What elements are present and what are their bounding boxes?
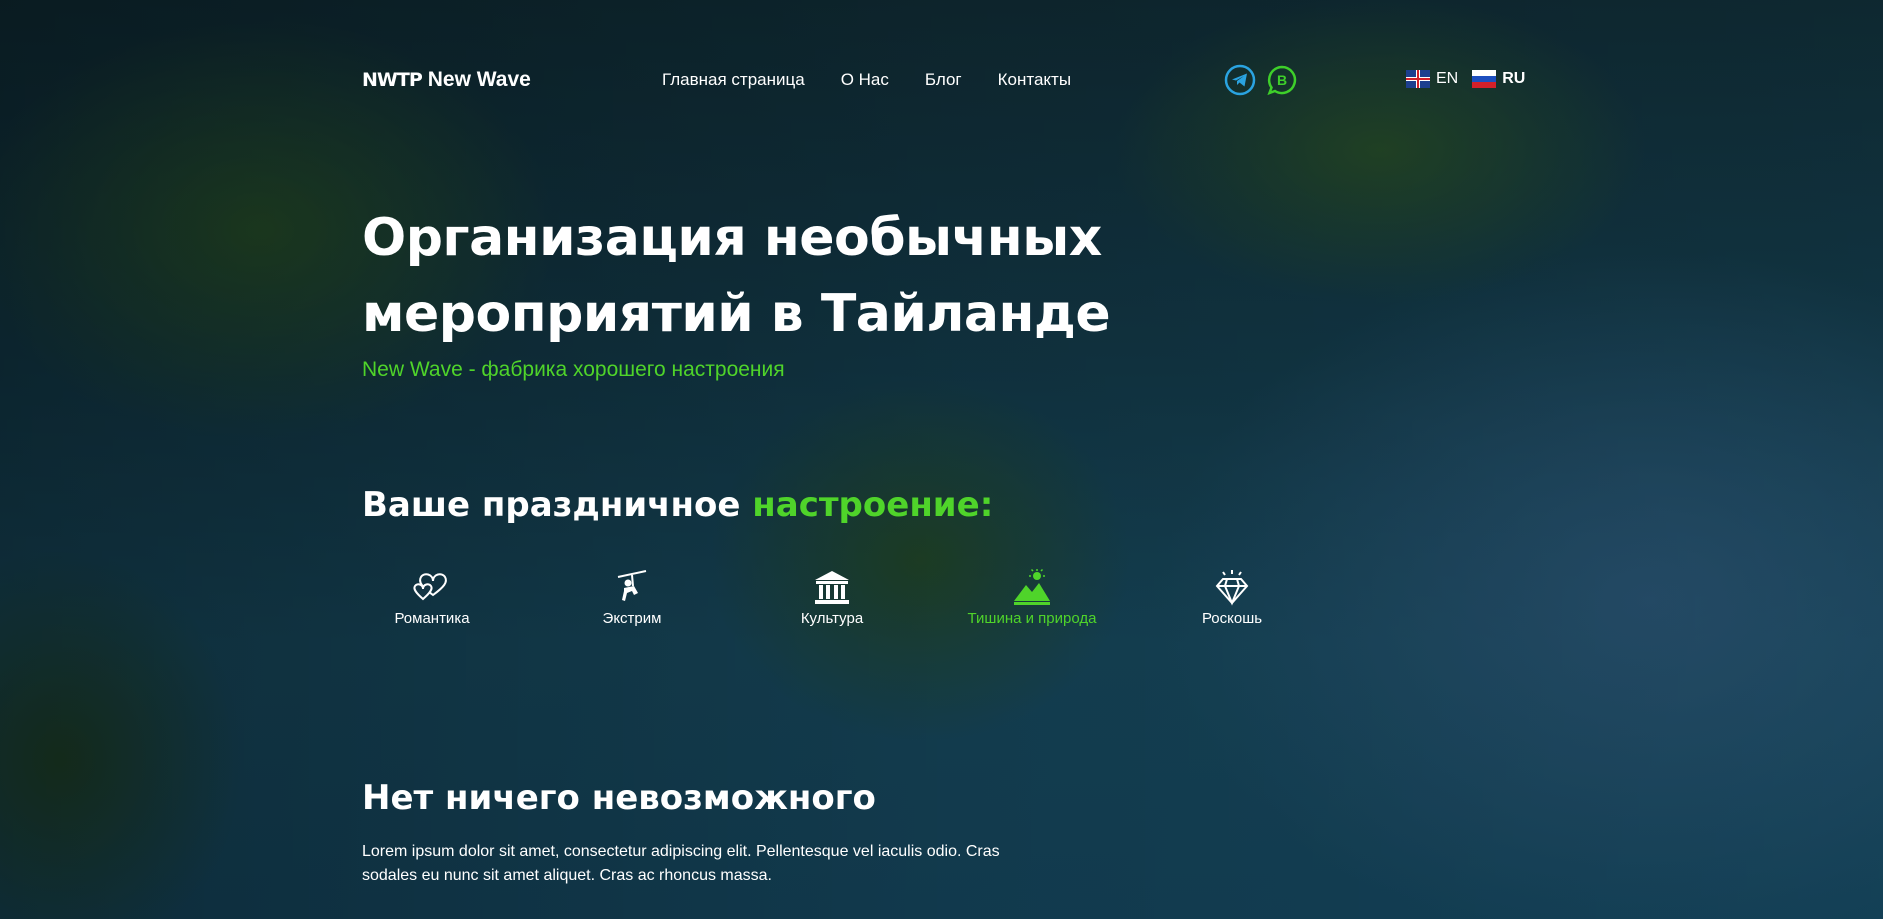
logo-text: New Wave — [427, 68, 531, 91]
telegram-icon[interactable] — [1224, 64, 1256, 96]
diamond-icon — [1162, 568, 1302, 608]
mood-title: Ваше праздничное настроение: — [362, 485, 993, 525]
logo-mark: NWTP — [362, 69, 423, 91]
section-title: Нет ничего невозможного — [362, 778, 876, 818]
zipline-icon — [562, 568, 702, 608]
hero-title: Организация необычных мероприятий в Тайл… — [362, 200, 1162, 352]
mood-romance[interactable]: Романтика — [362, 568, 502, 628]
main-nav: Главная страница О Нас Блог Контакты — [662, 70, 1071, 90]
hero-title-line2: мероприятий в Тайланде — [362, 284, 1111, 344]
hero-subtitle: New Wave - фабрика хорошего настроения — [362, 358, 785, 381]
nav-about[interactable]: О Нас — [841, 70, 889, 90]
mood-romance-label: Романтика — [394, 610, 470, 627]
social-links: B — [1224, 64, 1298, 96]
mood-extreme[interactable]: Экстрим — [562, 568, 702, 628]
nav-blog[interactable]: Блог — [925, 70, 962, 90]
landscape-icon — [962, 568, 1102, 608]
page: NWTP New Wave Главная страница О Нас Бло… — [0, 0, 1883, 919]
logo[interactable]: NWTP New Wave — [362, 68, 531, 92]
svg-text:B: B — [1277, 72, 1287, 88]
nav-home[interactable]: Главная страница — [662, 70, 805, 90]
mood-culture-label: Культура — [800, 610, 864, 627]
nav-contacts[interactable]: Контакты — [998, 70, 1071, 90]
temple-icon — [762, 568, 902, 608]
section-text: Lorem ipsum dolor sit amet, consectetur … — [362, 843, 1000, 884]
mood-luxury-label: Роскошь — [1201, 610, 1263, 627]
mood-options: Романтика Экстрим Культура Тишина и прир… — [362, 568, 1262, 648]
russia-flag-icon — [1472, 70, 1497, 88]
mood-luxury[interactable]: Роскошь — [1162, 568, 1302, 628]
mood-extreme-label: Экстрим — [602, 610, 662, 627]
lang-ru[interactable]: RU — [1472, 70, 1525, 88]
site-header: NWTP New Wave Главная страница О Нас Бло… — [362, 62, 1525, 98]
lang-ru-label: RU — [1502, 70, 1526, 87]
uk-flag-icon — [1406, 70, 1430, 88]
lang-en[interactable]: EN — [1406, 70, 1458, 88]
mood-culture[interactable]: Культура — [762, 568, 902, 628]
whatsapp-business-icon[interactable]: B — [1266, 64, 1298, 96]
mood-title-prefix: Ваше праздничное — [362, 485, 753, 525]
hero-title-line1: Организация необычных — [362, 208, 1102, 268]
mood-nature[interactable]: Тишина и природа — [962, 568, 1102, 628]
mood-nature-label: Тишина и природа — [967, 610, 1097, 627]
hearts-icon — [362, 568, 502, 608]
mood-title-accent: настроение: — [752, 485, 994, 525]
language-switcher: EN RU — [1406, 70, 1525, 88]
lang-en-label: EN — [1436, 70, 1459, 87]
